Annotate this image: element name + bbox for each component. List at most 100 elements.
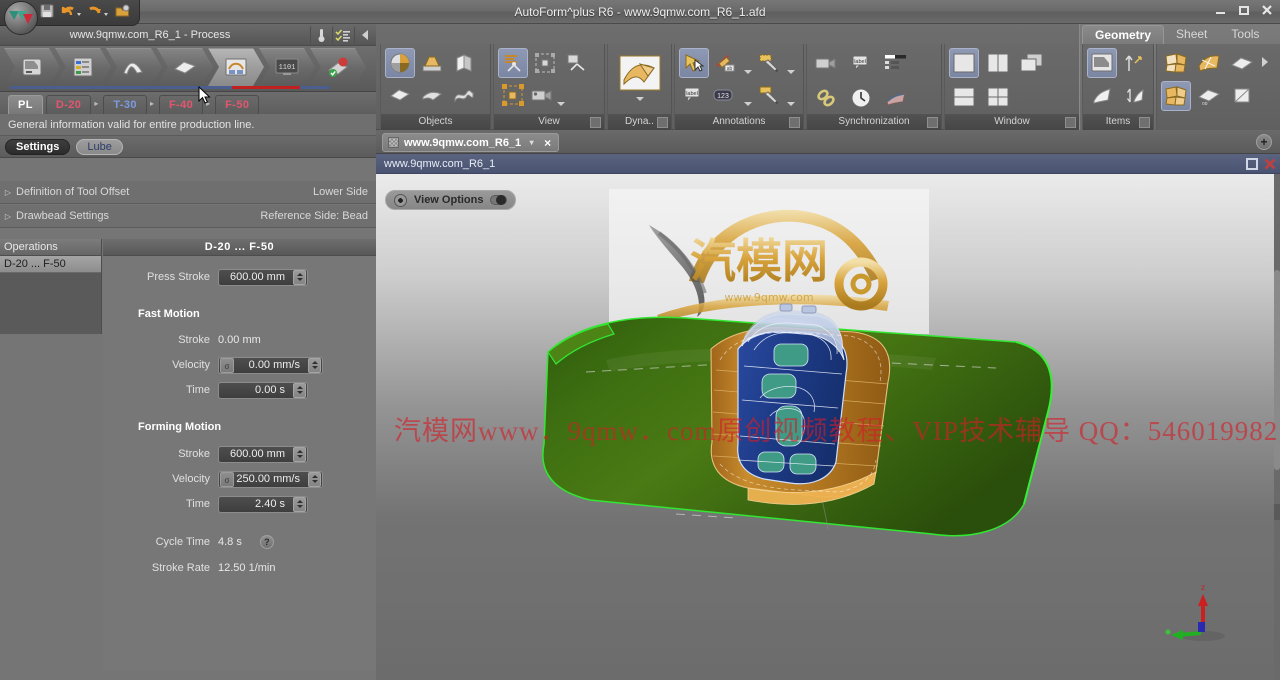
ribbon-group-expander[interactable] (789, 117, 800, 128)
forming-velocity-arrows[interactable] (308, 471, 321, 487)
fast-velocity-stepper[interactable]: σ 0.00 mm/s (218, 356, 323, 374)
forming-stroke-value[interactable]: 600.00 mm (219, 448, 291, 460)
sync-camera-icon[interactable] (811, 48, 841, 78)
disclosure-tool-offset[interactable]: ▷ Definition of Tool Offset Lower Side (0, 181, 376, 204)
stage-tab-f50[interactable]: F-50 (215, 95, 260, 114)
process-step-simulation[interactable]: 1101 (259, 48, 315, 86)
annotation-label-icon[interactable]: label (679, 80, 709, 110)
annotation-value-dropdown-icon[interactable] (743, 80, 752, 110)
annotation-highlight-pen-icon[interactable] (754, 80, 784, 110)
document-tab-dropdown-icon[interactable]: ▾ (526, 138, 537, 147)
process-step-results[interactable] (310, 48, 366, 86)
forming-stroke-arrows[interactable] (293, 446, 306, 462)
forming-time-value[interactable]: 2.40 s (219, 498, 291, 510)
process-step-sheet[interactable] (157, 48, 213, 86)
document-tab-close-icon[interactable]: × (542, 136, 553, 150)
process-step-blank[interactable] (106, 48, 162, 86)
process-step-process[interactable] (208, 48, 264, 86)
window-two-horizontal-icon[interactable] (949, 82, 979, 112)
ribbon-group-expander[interactable] (927, 117, 938, 128)
fast-time-arrows[interactable] (293, 382, 306, 398)
geom-flat-sheet-icon[interactable] (1227, 48, 1257, 78)
minimize-button[interactable] (1214, 3, 1228, 19)
annotation-measure-icon[interactable]: ab (711, 48, 741, 78)
ribbon-group-expander[interactable] (1065, 117, 1076, 128)
sync-link-icon[interactable] (811, 83, 841, 113)
items-thickness-icon[interactable] (1119, 80, 1149, 110)
fast-time-stepper[interactable]: 0.00 s (218, 381, 308, 399)
window-single-icon[interactable] (949, 48, 979, 78)
fast-velocity-value[interactable]: 0.00 mm/s (234, 359, 306, 371)
sigma-icon[interactable]: σ (220, 357, 234, 373)
tab-sheet-context[interactable]: Sheet (1164, 25, 1219, 44)
annotation-highlight-dropdown-icon[interactable] (786, 80, 795, 110)
fast-time-value[interactable]: 0.00 s (219, 384, 291, 396)
object-die-icon[interactable] (417, 48, 447, 78)
restore-button[interactable] (1237, 3, 1251, 19)
object-curved-sheet-icon[interactable] (417, 80, 447, 110)
view-fit-box-icon[interactable] (530, 48, 560, 78)
undo-icon[interactable] (61, 4, 81, 21)
view-options-button[interactable]: View Options (385, 190, 517, 210)
object-flat-sheet-icon[interactable] (385, 80, 415, 110)
geom-surface-patch-icon[interactable] (1161, 48, 1191, 78)
tab-geometry-context[interactable]: Geometry (1082, 25, 1165, 44)
geom-mesh-surface-icon[interactable] (1194, 48, 1224, 78)
geom-next-arrow-icon[interactable] (1260, 48, 1269, 78)
press-stroke-stepper[interactable]: 600.00 mm (218, 268, 308, 286)
sync-label-icon[interactable]: label (846, 48, 876, 78)
annotation-pen-icon[interactable] (754, 48, 784, 78)
process-step-part[interactable] (4, 48, 60, 86)
forming-velocity-stepper[interactable]: σ 250.00 mm/s (218, 470, 323, 488)
tab-tools-context[interactable]: Tools (1219, 25, 1271, 44)
view-options-toggle-icon[interactable] (490, 195, 508, 205)
cycle-time-help-icon[interactable]: ? (259, 535, 274, 549)
sigma-icon[interactable]: σ (220, 471, 234, 487)
annotation-select-icon[interactable] (679, 48, 709, 78)
redo-icon[interactable] (88, 4, 108, 21)
operations-list-item[interactable]: D-20 ... F-50 (0, 256, 101, 273)
stage-tab-t30[interactable]: T-30 (103, 95, 147, 114)
checklist-icon[interactable] (332, 26, 352, 44)
stage-tab-pl[interactable]: PL (8, 95, 43, 114)
dynamic-section-icon[interactable] (616, 51, 664, 95)
sync-legend-icon[interactable] (881, 48, 911, 78)
ribbon-group-expander[interactable] (657, 117, 668, 128)
object-wave-sheet-icon[interactable] (449, 80, 479, 110)
save-icon[interactable] (40, 4, 54, 21)
forming-stroke-stepper[interactable]: 600.00 mm (218, 445, 308, 463)
geom-sheet-op-icon[interactable]: op (1194, 81, 1224, 111)
geom-trim-icon[interactable] (1227, 81, 1257, 111)
geom-patches-selected-icon[interactable] (1161, 81, 1191, 111)
stage-tab-f40[interactable]: F-40 (158, 95, 204, 114)
press-stroke-value[interactable]: 600.00 mm (219, 271, 291, 283)
document-tab[interactable]: www.9qmw.com_R6_1 ▾ × (382, 133, 560, 152)
stage-tab-d20[interactable]: D-20 (45, 95, 92, 114)
open-icon[interactable] (115, 4, 130, 21)
annotation-pen-dropdown-icon[interactable] (786, 48, 795, 78)
forming-velocity-value[interactable]: 250.00 mm/s (234, 473, 306, 485)
lube-tab[interactable]: Lube (76, 138, 123, 155)
ribbon-group-expander[interactable] (590, 117, 601, 128)
process-step-plan[interactable] (55, 48, 111, 86)
object-part-icon[interactable] (385, 48, 415, 78)
window-quad-icon[interactable] (983, 82, 1013, 112)
view-camera-dropdown-icon[interactable] (556, 80, 565, 110)
press-stroke-arrows[interactable] (293, 269, 306, 285)
view-plane-axes-icon[interactable] (562, 48, 592, 78)
collapse-left-icon[interactable] (354, 26, 374, 44)
object-blank-icon[interactable] (449, 48, 479, 78)
view-bounding-box-icon[interactable] (498, 80, 528, 110)
window-cascade-icon[interactable] (1017, 48, 1047, 78)
items-sheet-icon[interactable] (1087, 80, 1117, 110)
items-part-icon[interactable] (1087, 48, 1117, 78)
items-offset-up-icon[interactable] (1119, 48, 1149, 78)
settings-tab[interactable]: Settings (5, 138, 71, 155)
view-align-axes-icon[interactable] (498, 48, 528, 78)
sync-clock-icon[interactable] (846, 83, 876, 113)
sync-book-icon[interactable] (881, 83, 911, 113)
view-camera-icon[interactable] (530, 80, 554, 110)
forming-time-stepper[interactable]: 2.40 s (218, 495, 308, 513)
fast-velocity-arrows[interactable] (308, 357, 321, 373)
thermometer-icon[interactable] (310, 26, 330, 44)
